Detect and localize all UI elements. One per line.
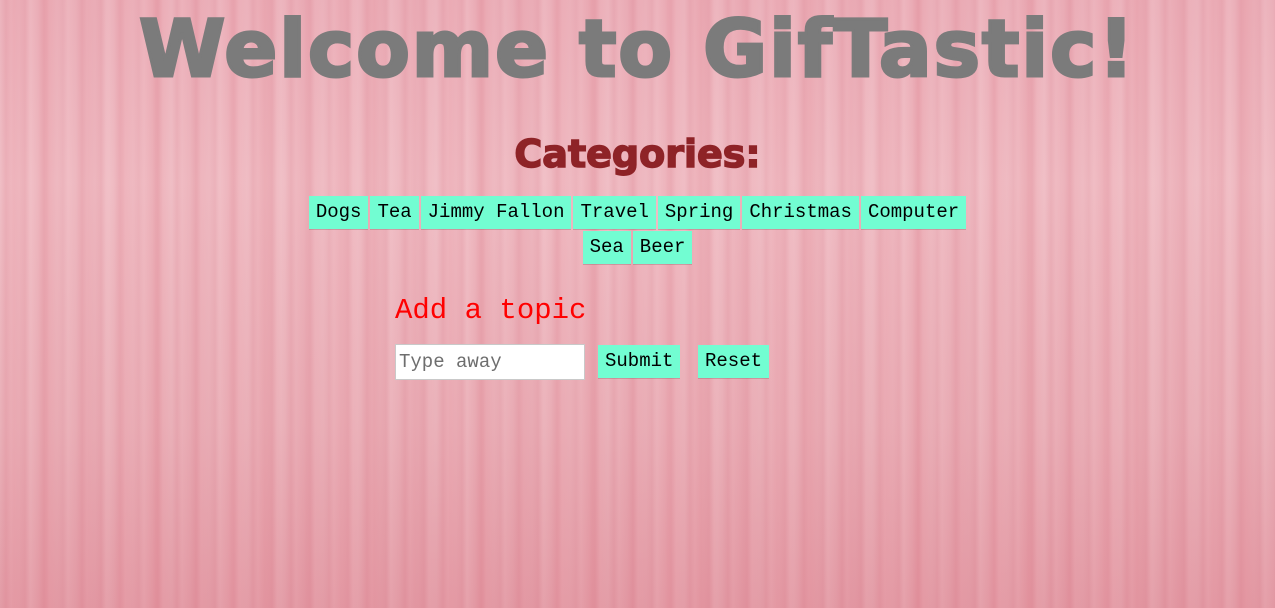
category-button-dogs[interactable]: Dogs — [308, 196, 369, 229]
category-button-christmas[interactable]: Christmas — [742, 196, 859, 229]
category-button-jimmy-fallon[interactable]: Jimmy Fallon — [420, 196, 572, 229]
category-button-sea[interactable]: Sea — [582, 231, 631, 264]
add-topic-heading: Add a topic — [395, 294, 587, 327]
category-button-tea[interactable]: Tea — [370, 196, 419, 229]
category-button-beer[interactable]: Beer — [632, 231, 693, 264]
categories-heading: Categories: — [514, 131, 762, 177]
reset-button[interactable]: Reset — [698, 345, 770, 378]
topic-input[interactable] — [395, 344, 585, 380]
page-title: Welcome to GifTastic! — [138, 4, 1136, 97]
category-buttons-row-2: Sea Beer — [0, 231, 1275, 264]
category-buttons-row-1: Dogs Tea Jimmy Fallon Travel Spring Chri… — [0, 196, 1275, 229]
category-button-computer[interactable]: Computer — [860, 196, 967, 229]
submit-button[interactable]: Submit — [598, 345, 681, 378]
category-button-travel[interactable]: Travel — [573, 196, 656, 229]
category-button-spring[interactable]: Spring — [657, 196, 741, 229]
